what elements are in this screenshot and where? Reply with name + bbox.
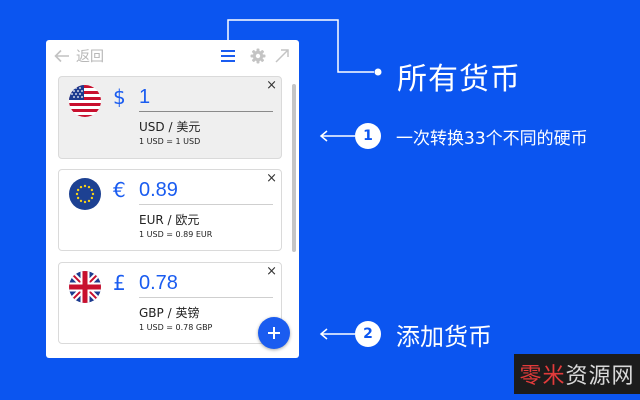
callout-number-badge: 2 (355, 321, 381, 347)
callout-number-badge: 1 (355, 123, 381, 149)
watermark-text: 资源网 (565, 364, 635, 389)
feature-text: 添加货币 (396, 323, 492, 351)
headline: 所有货币 (397, 62, 521, 97)
feature-text: 一次转换33个不同的硬币 (396, 129, 588, 149)
watermark: 零米 资源网 (514, 354, 640, 394)
callout-connector-lines (227, 19, 382, 340)
watermark-text: 零米 (519, 364, 566, 389)
